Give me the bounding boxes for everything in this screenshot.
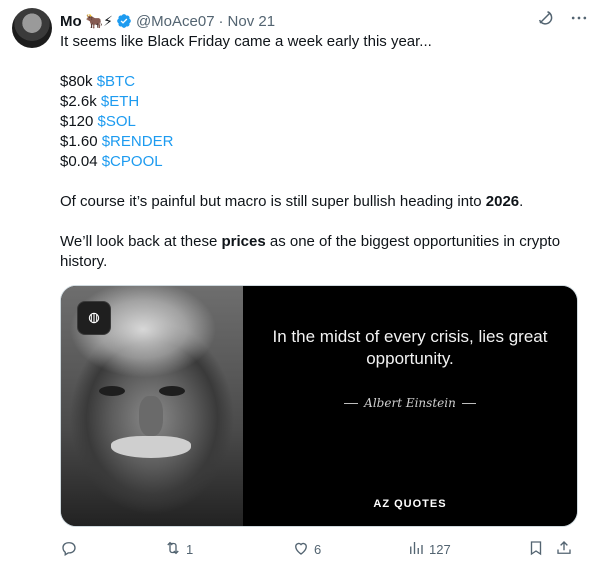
tweet-body: It seems like Black Friday came a week e… bbox=[60, 32, 590, 272]
tweet-paragraph: We’ll look back at these prices as one o… bbox=[60, 233, 561, 270]
price-line: $1.60 $RENDER bbox=[60, 133, 174, 150]
retweet-button[interactable]: 1 bbox=[164, 539, 292, 560]
verified-badge-icon bbox=[116, 13, 132, 29]
price-line: $80k $BTC bbox=[60, 73, 136, 90]
like-icon bbox=[292, 539, 310, 560]
share-icon bbox=[555, 539, 573, 560]
avatar[interactable] bbox=[12, 8, 52, 48]
cashtag-link[interactable]: $BTC bbox=[97, 73, 135, 90]
price-line: $0.04 $CPOOL bbox=[60, 153, 163, 170]
author-handle[interactable]: @MoAce07 bbox=[136, 13, 215, 30]
retweet-count: 1 bbox=[186, 541, 194, 557]
tweet-intro: It seems like Black Friday came a week e… bbox=[60, 33, 432, 50]
bookmark-icon bbox=[527, 539, 545, 560]
views-button[interactable]: 127 bbox=[407, 539, 527, 560]
bookmark-button[interactable] bbox=[527, 539, 555, 560]
quote-author: Albert Einstein bbox=[243, 396, 577, 410]
action-bar: 1 6 127 bbox=[60, 539, 580, 559]
views-icon bbox=[407, 539, 425, 560]
grok-icon[interactable] bbox=[535, 8, 555, 28]
author-emojis: 🐂⚡ bbox=[85, 13, 113, 29]
reply-icon bbox=[60, 539, 78, 560]
tweet: Mo 🐂⚡ @MoAce07 · Nov 21 It seems like Bl… bbox=[0, 0, 601, 567]
like-button[interactable]: 6 bbox=[292, 539, 407, 560]
cashtag-link[interactable]: $ETH bbox=[101, 93, 139, 110]
price-line: $120 $SOL bbox=[60, 113, 136, 130]
grok-icon[interactable] bbox=[77, 301, 111, 335]
cashtag-link[interactable]: $CPOOL bbox=[102, 153, 163, 170]
cashtag-link[interactable]: $SOL bbox=[98, 113, 136, 130]
media-image[interactable]: In the midst of every crisis, lies great… bbox=[60, 285, 578, 527]
price-line: $2.6k $ETH bbox=[60, 93, 140, 110]
view-count: 127 bbox=[429, 541, 451, 557]
portrait-photo bbox=[61, 286, 243, 526]
author-name[interactable]: Mo bbox=[60, 13, 82, 30]
share-button[interactable] bbox=[555, 539, 579, 560]
quote-text: In the midst of every crisis, lies great… bbox=[272, 327, 548, 368]
tweet-time[interactable]: Nov 21 bbox=[228, 13, 276, 30]
retweet-icon bbox=[164, 539, 182, 560]
more-icon[interactable] bbox=[569, 8, 589, 28]
brand-logo: AZ QUOTES bbox=[373, 498, 447, 510]
reply-button[interactable] bbox=[60, 539, 160, 560]
separator-dot: · bbox=[218, 12, 224, 30]
like-count: 6 bbox=[314, 541, 322, 557]
header-actions bbox=[535, 8, 589, 28]
quote-panel: In the midst of every crisis, lies great… bbox=[243, 286, 577, 526]
tweet-header: Mo 🐂⚡ @MoAce07 · Nov 21 bbox=[60, 11, 589, 31]
cashtag-link[interactable]: $RENDER bbox=[102, 133, 174, 150]
tweet-paragraph: Of course it’s painful but macro is stil… bbox=[60, 193, 524, 210]
